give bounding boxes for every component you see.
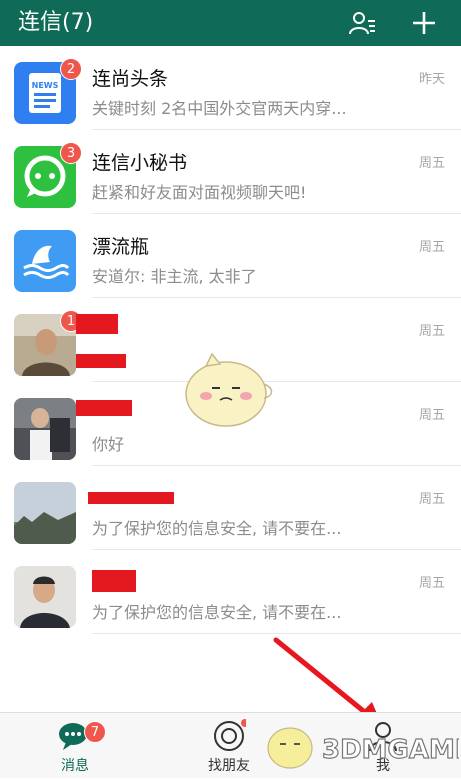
landscape-photo (14, 482, 76, 544)
app-header: 连信(7) (0, 0, 461, 46)
divider (92, 633, 461, 634)
tab-messages[interactable]: 7 消息 (20, 713, 130, 779)
conversation-preview: 关键时刻 2名中国外交官两天内穿... (92, 99, 347, 118)
unread-badge: 7 (84, 721, 106, 743)
conversation-preview: 安道尔: 非主流, 太非了 (92, 267, 257, 286)
watermark-logo: 3DMGAME (267, 727, 459, 769)
plus-icon[interactable] (410, 9, 438, 37)
unread-badge: 2 (60, 58, 82, 80)
conversation-name: 连尚头条 (92, 68, 169, 90)
watermark-text: 3DMGAME (322, 735, 459, 765)
conversation-item[interactable]: 3 连信小秘书 赶紧和好友面对面视频聊天吧! 周五 (0, 130, 461, 214)
redaction-mark (76, 314, 118, 334)
user-photo (14, 566, 76, 628)
mascot-sticker (185, 352, 273, 427)
redaction-mark (92, 570, 136, 592)
page-title: 连信(7) (18, 10, 94, 35)
svg-text:NEWS: NEWS (32, 81, 59, 90)
conversation-preview: 为了保护您的信息安全, 请不要在... (92, 603, 342, 622)
conversation-time: 周五 (418, 492, 445, 507)
conversation-name: 漂流瓶 (92, 236, 150, 258)
conversation-time: 周五 (418, 408, 445, 423)
tab-label: 消息 (61, 758, 89, 774)
conversation-item[interactable]: 为了保护您的信息安全, 请不要在... 周五 (0, 466, 461, 550)
conversation-time: 周五 (418, 156, 445, 171)
conversation-preview: 你好 (92, 435, 125, 454)
redaction-mark (76, 354, 126, 368)
conversation-time: 昨天 (418, 72, 445, 87)
user-photo (14, 398, 76, 460)
conversation-preview: 为了保护您的信息安全, 请不要在... (92, 519, 342, 538)
drift-bottle-icon (14, 230, 76, 292)
contacts-icon[interactable] (348, 9, 376, 37)
conversation-time: 周五 (418, 576, 445, 591)
unread-badge: 3 (60, 142, 82, 164)
radar-icon (214, 719, 246, 751)
redaction-mark (76, 400, 132, 416)
conversation-item[interactable]: NEWS 2 连尚头条 关键时刻 2名中国外交官两天内穿... 昨天 (0, 46, 461, 130)
conversation-time: 周五 (418, 240, 445, 255)
conversation-name: 连信小秘书 (92, 152, 188, 174)
conversation-item[interactable]: 漂流瓶 安道尔: 非主流, 太非了 周五 (0, 214, 461, 298)
conversation-preview: 赶紧和好友面对面视频聊天吧! (92, 183, 307, 202)
redaction-mark (88, 492, 174, 504)
conversation-item[interactable]: 为了保护您的信息安全, 请不要在... 周五 (0, 550, 461, 634)
conversation-time: 周五 (418, 324, 445, 339)
